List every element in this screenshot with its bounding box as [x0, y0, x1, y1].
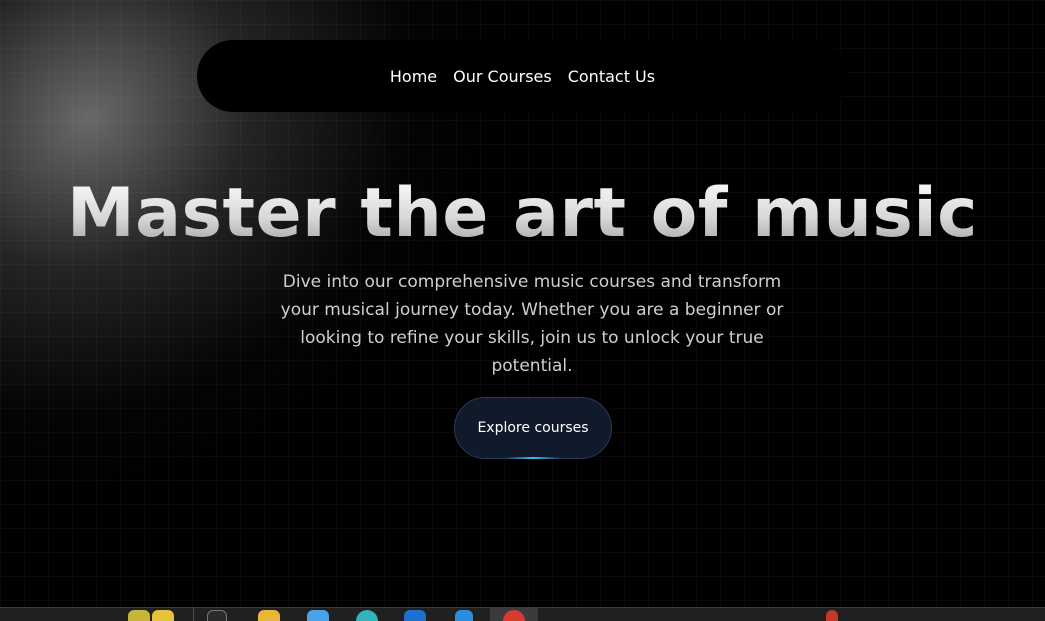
hero-description: Dive into our comprehensive music course…: [280, 272, 784, 376]
edge-icon[interactable]: [356, 610, 378, 621]
taskbar: [0, 607, 1045, 621]
nav-our-courses-link[interactable]: Our Courses: [453, 67, 552, 86]
nav-home-link[interactable]: Home: [390, 67, 437, 86]
nav-bar: Home Our Courses Contact Us: [197, 40, 848, 112]
nav-contact-us-link[interactable]: Contact Us: [568, 67, 655, 86]
lemon-icon-2: [152, 610, 174, 621]
explore-courses-button[interactable]: Explore courses: [454, 397, 612, 459]
taskbar-divider: [193, 608, 194, 621]
page: Home Our Courses Contact Us Master the a…: [0, 0, 1045, 607]
folder-icon[interactable]: [258, 610, 280, 621]
hero-title: Master the art of music: [0, 174, 1045, 253]
explore-courses-label: Explore courses: [477, 420, 589, 436]
file-explorer-icon[interactable]: [207, 610, 227, 621]
cta-glow-accent: [505, 457, 561, 459]
store-icon[interactable]: [307, 610, 329, 621]
vscode-icon[interactable]: [455, 610, 473, 621]
lemon-icon[interactable]: [128, 610, 150, 621]
notification-icon[interactable]: [826, 610, 838, 621]
mail-icon[interactable]: [404, 610, 426, 621]
